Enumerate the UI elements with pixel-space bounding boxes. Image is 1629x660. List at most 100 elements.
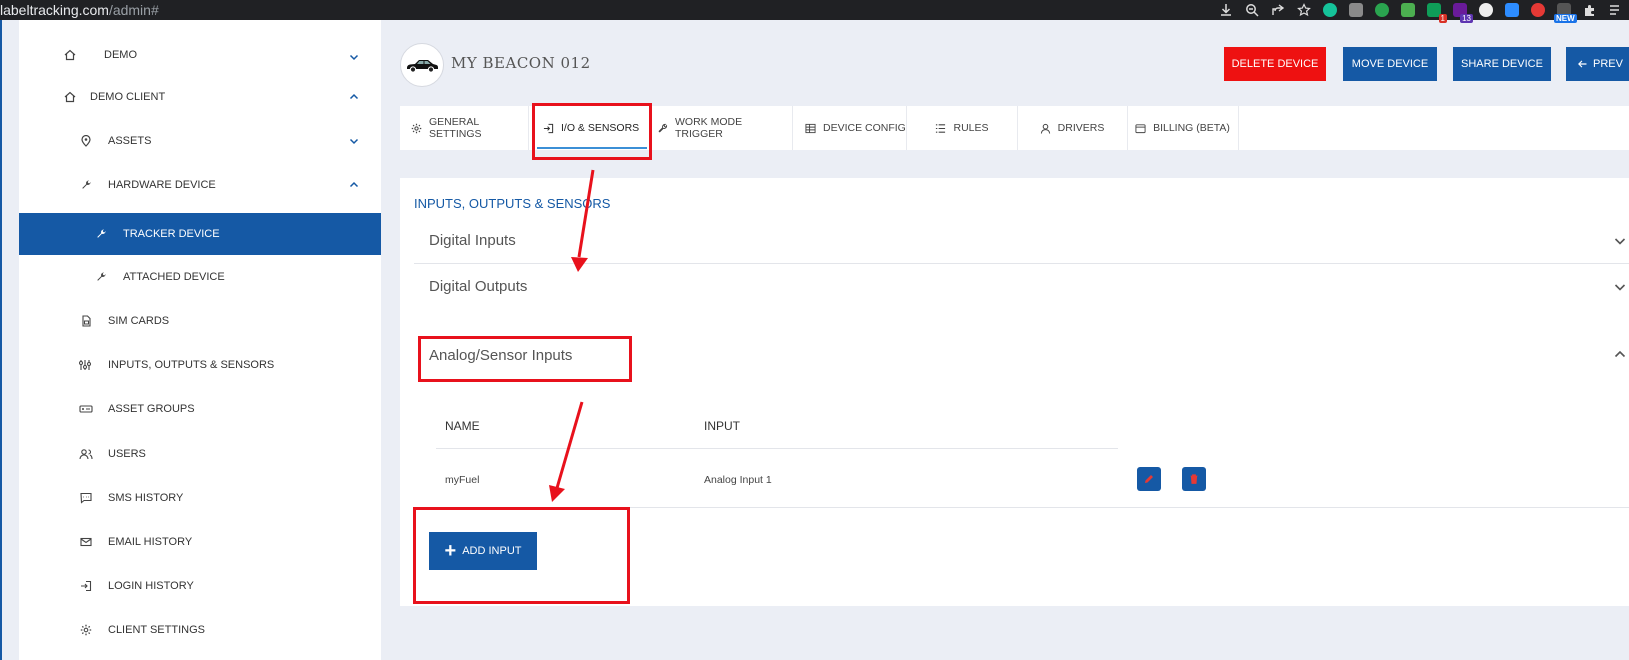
- device-avatar: [400, 43, 444, 87]
- device-title: MY BEACON 012: [451, 54, 591, 72]
- sidebar-item-inputs-outputs-sensors[interactable]: INPUTS, OUTPUTS & SENSORS: [19, 344, 381, 386]
- wrench-icon: [94, 270, 108, 284]
- wrench-icon: [79, 178, 93, 192]
- chevron-down-icon[interactable]: [1614, 235, 1626, 247]
- tab-rules[interactable]: RULES: [907, 106, 1018, 150]
- delete-device-button[interactable]: DELETE DEVICE: [1224, 47, 1326, 81]
- sidebar-item-asset-groups[interactable]: ASSET GROUPS: [19, 388, 381, 430]
- list-icon: [935, 123, 946, 134]
- arrow-left-icon: [1578, 60, 1587, 68]
- new-extension-icon[interactable]: NEW: [1554, 3, 1577, 23]
- previous-button[interactable]: PREV: [1566, 47, 1629, 81]
- tab-billing[interactable]: BILLING (BETA): [1127, 106, 1239, 150]
- browser-toolbar: labeltracking.com/admin# 1 13 NEW: [0, 0, 1629, 23]
- sidebar-item-label: DEMO: [104, 49, 137, 61]
- map-pin-icon: [79, 134, 93, 148]
- url-host: labeltracking.com: [0, 2, 109, 18]
- sidebar-item-label: EMAIL HISTORY: [108, 536, 193, 548]
- sidebar-item-label: TRACKER DEVICE: [123, 228, 220, 240]
- tab-general-settings[interactable]: GENERAL SETTINGS: [400, 106, 529, 150]
- move-device-button[interactable]: MOVE DEVICE: [1343, 47, 1437, 81]
- badge-count: 1: [1438, 14, 1447, 23]
- reading-list-icon[interactable]: [1609, 3, 1623, 17]
- home-icon: [63, 90, 77, 104]
- gear-icon: [411, 123, 422, 134]
- tab-label: DEVICE CONFIG: [823, 122, 906, 134]
- chevron-down-icon: [349, 138, 359, 145]
- red-extension-icon[interactable]: [1531, 3, 1545, 17]
- accordion-digital-inputs[interactable]: Digital Inputs: [429, 232, 516, 249]
- sliders-icon: [79, 358, 93, 372]
- annotation-box-add-input: [413, 507, 630, 604]
- purple-extension-icon[interactable]: 13: [1453, 3, 1473, 23]
- sidebar-item-users[interactable]: USERS: [19, 433, 381, 475]
- puzzle-icon[interactable]: [1583, 3, 1597, 17]
- grammarly-icon[interactable]: [1323, 3, 1337, 17]
- gear-icon: [79, 623, 93, 637]
- sidebar-item-label: HARDWARE DEVICE: [108, 179, 216, 191]
- chevron-up-icon[interactable]: [1614, 348, 1626, 360]
- sidebar-item-sms-history[interactable]: SMS HISTORY: [19, 477, 381, 519]
- sidebar-item-demo[interactable]: DEMO: [19, 34, 381, 76]
- divider: [436, 448, 1118, 449]
- new-badge: NEW: [1554, 14, 1577, 23]
- trash-icon: [1190, 474, 1198, 484]
- billing-icon: [1135, 123, 1146, 134]
- chevron-up-icon: [349, 181, 359, 188]
- home-icon: [63, 48, 77, 62]
- users-icon: [79, 447, 93, 461]
- annotation-box-accordion: [418, 336, 632, 382]
- tab-device-config[interactable]: DEVICE CONFIG: [793, 106, 907, 150]
- edit-button[interactable]: [1137, 467, 1161, 491]
- sidebar-item-label: DEMO CLIENT: [90, 91, 166, 103]
- extension-icon[interactable]: [1349, 3, 1363, 17]
- chevron-up-icon: [349, 93, 359, 100]
- tab-work-mode-trigger[interactable]: WORK MODE TRIGGER: [652, 106, 793, 150]
- zoom-out-icon[interactable]: [1245, 3, 1259, 17]
- wrench-icon: [94, 227, 108, 241]
- sheets-extension-icon[interactable]: 1: [1427, 3, 1447, 23]
- sidebar-item-assets[interactable]: ASSETS: [19, 120, 381, 162]
- sidebar-item-label: INPUTS, OUTPUTS & SENSORS: [108, 359, 275, 371]
- chevron-down-icon[interactable]: [1614, 281, 1626, 293]
- table-cell-name: myFuel: [445, 474, 480, 486]
- sidebar-item-demo-client[interactable]: DEMO CLIENT: [19, 76, 381, 118]
- sidebar-item-attached-device[interactable]: ATTACHED DEVICE: [19, 256, 381, 298]
- sidebar-item-hardware-device[interactable]: HARDWARE DEVICE: [19, 164, 381, 206]
- sidebar-item-login-history[interactable]: LOGIN HISTORY: [19, 565, 381, 607]
- table-cell-input: Analog Input 1: [704, 474, 772, 486]
- flower-extension-icon[interactable]: [1479, 3, 1493, 17]
- star-icon[interactable]: [1297, 3, 1311, 17]
- accordion-digital-outputs[interactable]: Digital Outputs: [429, 278, 527, 295]
- tab-label: RULES: [953, 122, 989, 134]
- chevron-down-icon: [349, 54, 359, 61]
- user-icon: [1040, 123, 1051, 134]
- mail-icon: [79, 535, 93, 549]
- leaf-extension-icon[interactable]: [1375, 3, 1389, 17]
- message-icon: [79, 491, 93, 505]
- divider: [414, 263, 1629, 264]
- sidebar-item-email-history[interactable]: EMAIL HISTORY: [19, 521, 381, 563]
- url-path: /admin#: [108, 2, 159, 18]
- share-device-button[interactable]: SHARE DEVICE: [1453, 47, 1551, 81]
- section-title: INPUTS, OUTPUTS & SENSORS: [414, 196, 611, 211]
- sidebar-item-label: USERS: [108, 448, 146, 460]
- previous-label: PREV: [1593, 58, 1623, 70]
- sidebar-item-tracker-device[interactable]: TRACKER DEVICE: [19, 213, 381, 255]
- tab-label: GENERAL SETTINGS: [429, 116, 482, 140]
- sim-card-icon: [79, 314, 93, 328]
- share-icon[interactable]: [1271, 3, 1285, 17]
- sidebar-item-client-settings[interactable]: CLIENT SETTINGS: [19, 609, 381, 651]
- delete-button[interactable]: [1182, 467, 1206, 491]
- column-header-input: INPUT: [704, 419, 740, 433]
- tab-drivers[interactable]: DRIVERS: [1017, 106, 1128, 150]
- address-bar[interactable]: labeltracking.com/admin#: [0, 2, 159, 18]
- login-icon: [79, 579, 93, 593]
- download-icon[interactable]: [1219, 3, 1233, 17]
- zoom-extension-icon[interactable]: [1505, 3, 1519, 17]
- tab-label: WORK MODE TRIGGER: [675, 116, 743, 140]
- sidebar: DEMO DEMO CLIENT ASSETS HARDWARE DEVICE …: [19, 20, 381, 660]
- sidebar-item-sim-cards[interactable]: SIM CARDS: [19, 300, 381, 342]
- check-extension-icon[interactable]: [1401, 3, 1415, 17]
- car-icon: [407, 60, 438, 73]
